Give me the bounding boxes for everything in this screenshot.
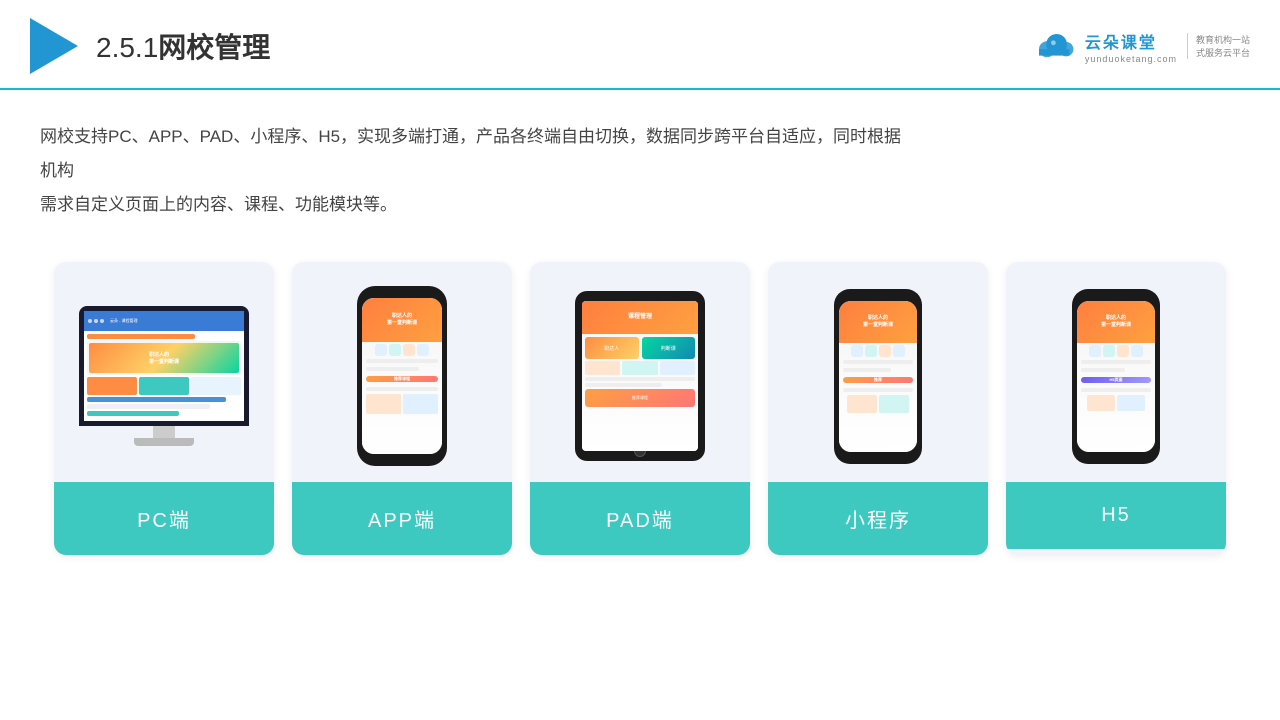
miniprogram-phone-mockup: 职达人的第一堂判断课 推荐 bbox=[834, 289, 922, 464]
brand-text: 云朵课堂 yunduoketang.com bbox=[1085, 29, 1177, 64]
cloud-logo: 云朵课堂 yunduoketang.com 教育机构一站 式服务云平台 bbox=[1031, 29, 1250, 64]
slogan-area: 教育机构一站 式服务云平台 bbox=[1187, 33, 1250, 59]
app-image-area: 职达人的第一堂判断课 推荐课程 bbox=[292, 262, 512, 482]
monitor-screen: 云朵 - 课程管理 职达人的第一堂判断课 bbox=[84, 311, 244, 421]
section-number: 2.5.1 bbox=[96, 32, 158, 63]
pc-card: 云朵 - 课程管理 职达人的第一堂判断课 bbox=[54, 262, 274, 555]
miniprogram-label: 小程序 bbox=[768, 482, 988, 555]
page-title: 2.5.1网校管理 bbox=[96, 26, 270, 66]
phone-screen: 职达人的第一堂判断课 推荐课程 bbox=[362, 298, 442, 454]
phone-notch bbox=[388, 291, 416, 298]
cloud-icon bbox=[1031, 30, 1079, 62]
h5-label: H5 bbox=[1006, 482, 1226, 549]
h5-phone-mockup: 职达人的第一堂判断课 H5页面 bbox=[1072, 289, 1160, 464]
monitor-frame: 云朵 - 课程管理 职达人的第一堂判断课 bbox=[79, 306, 249, 426]
phone-notch-h5 bbox=[1102, 294, 1130, 301]
h5-screen: 职达人的第一堂判断课 H5页面 bbox=[1077, 301, 1155, 452]
header-left: 2.5.1网校管理 bbox=[30, 18, 270, 74]
app-card: 职达人的第一堂判断课 推荐课程 bbox=[292, 262, 512, 555]
description-line2: 需求自定义页面上的内容、课程、功能模块等。 bbox=[40, 188, 910, 222]
app-phone-mockup: 职达人的第一堂判断课 推荐课程 bbox=[357, 286, 447, 466]
tablet-mockup: 课程管理 职达人 判断课 bbox=[575, 291, 705, 461]
brand-logo: 云朵课堂 yunduoketang.com 教育机构一站 式服务云平台 bbox=[1031, 29, 1250, 64]
pad-image-area: 课程管理 职达人 判断课 bbox=[530, 262, 750, 482]
app-label: APP端 bbox=[292, 482, 512, 555]
phone-notch-mini bbox=[864, 294, 892, 301]
miniprogram-image-area: 职达人的第一堂判断课 推荐 bbox=[768, 262, 988, 482]
pad-card: 课程管理 职达人 判断课 bbox=[530, 262, 750, 555]
description-text: 网校支持PC、APP、PAD、小程序、H5，实现多端打通，产品各终端自由切换，数… bbox=[0, 90, 950, 232]
tablet-screen: 课程管理 职达人 判断课 bbox=[582, 301, 698, 451]
description-line1: 网校支持PC、APP、PAD、小程序、H5，实现多端打通，产品各终端自由切换，数… bbox=[40, 120, 910, 188]
miniprogram-card: 职达人的第一堂判断课 推荐 bbox=[768, 262, 988, 555]
header: 2.5.1网校管理 云朵课堂 yunduoketang.com 教育机构一站 式… bbox=[0, 0, 1280, 90]
pc-mockup: 云朵 - 课程管理 职达人的第一堂判断课 bbox=[79, 306, 249, 446]
pc-label: PC端 bbox=[54, 482, 274, 555]
miniprogram-screen: 职达人的第一堂判断课 推荐 bbox=[839, 301, 917, 452]
pc-image-area: 云朵 - 课程管理 职达人的第一堂判断课 bbox=[54, 262, 274, 482]
platform-cards: 云朵 - 课程管理 职达人的第一堂判断课 bbox=[0, 232, 1280, 555]
h5-card: 职达人的第一堂判断课 H5页面 bbox=[1006, 262, 1226, 555]
pad-label: PAD端 bbox=[530, 482, 750, 555]
play-icon bbox=[30, 18, 78, 74]
h5-image-area: 职达人的第一堂判断课 H5页面 bbox=[1006, 262, 1226, 482]
